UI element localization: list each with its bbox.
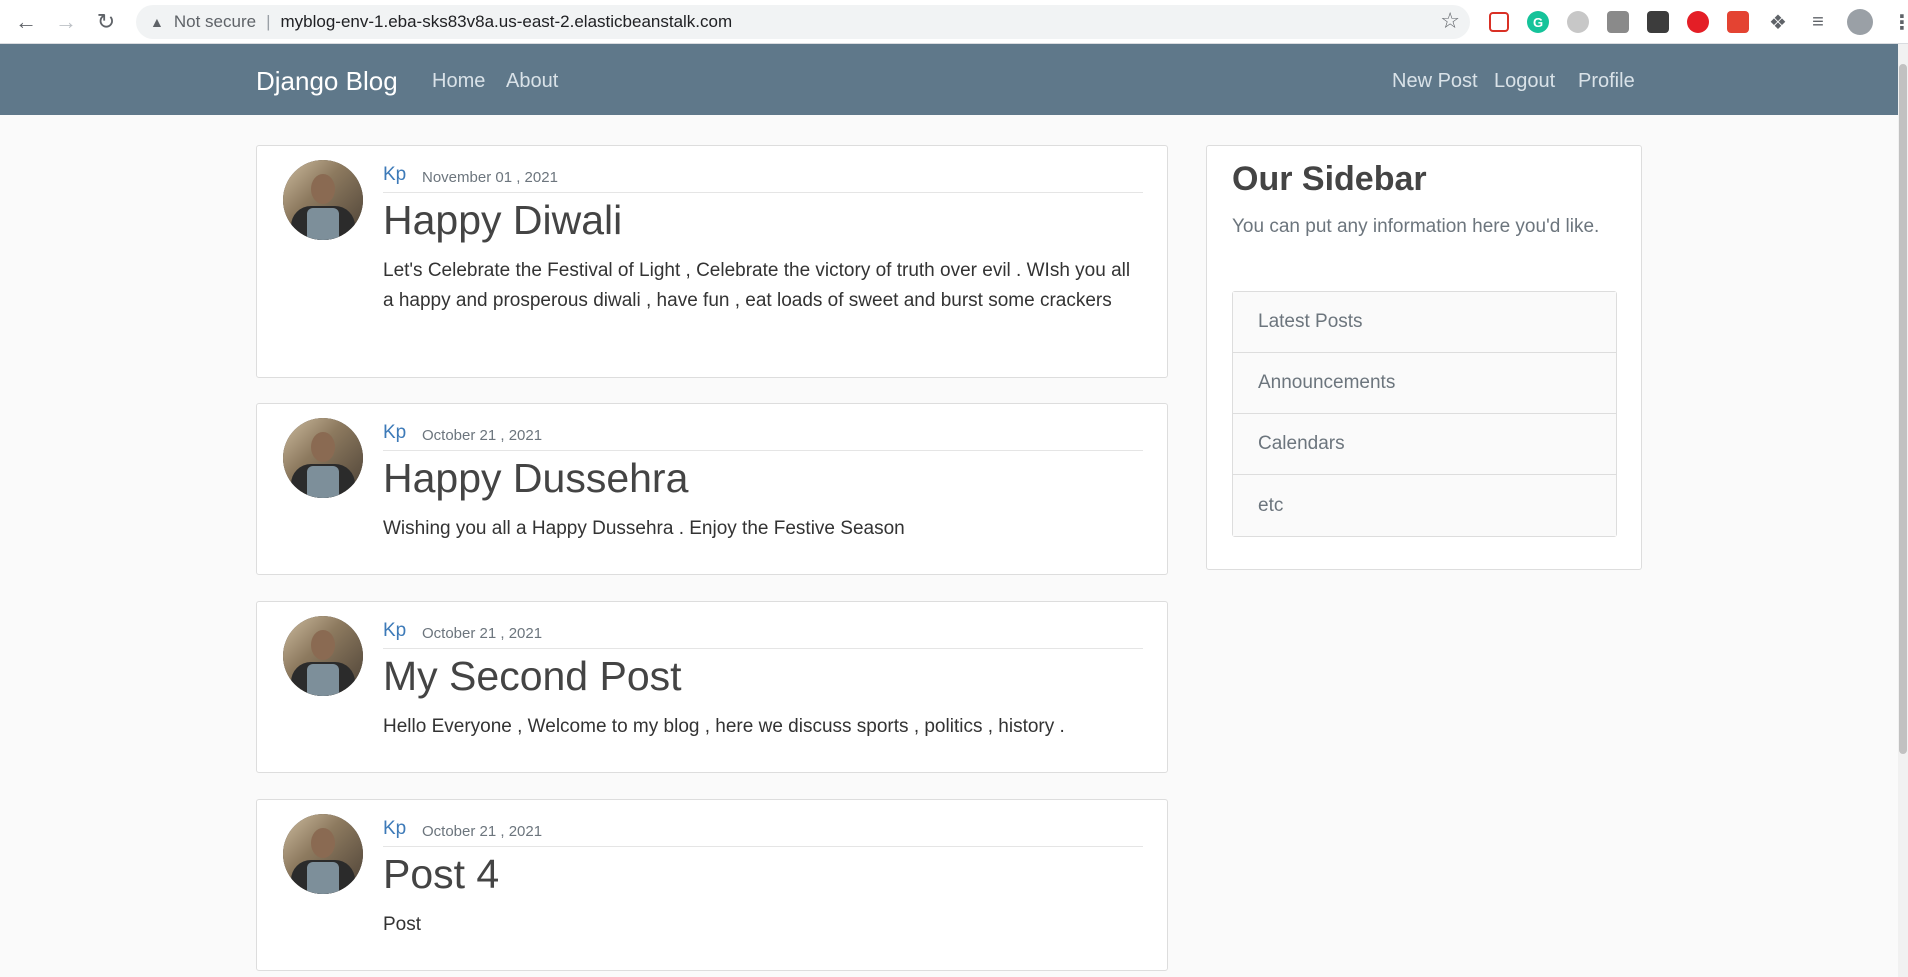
post-author-link[interactable]: Kp <box>383 164 406 186</box>
post-date: October 21 , 2021 <box>422 427 543 444</box>
sidebar-item-calendars[interactable]: Calendars <box>1233 414 1616 475</box>
post-title-link[interactable]: Happy Diwali <box>383 197 622 244</box>
post-card: Kp October 21 , 2021 My Second Post Hell… <box>256 601 1168 773</box>
post-meta: Kp October 21 , 2021 <box>383 422 1143 451</box>
todoist-extension-icon[interactable] <box>1727 11 1749 33</box>
post-card: Kp October 21 , 2021 Post 4 Post <box>256 799 1168 971</box>
post-author-link[interactable]: Kp <box>383 818 406 840</box>
post-title-link[interactable]: Post 4 <box>383 851 499 898</box>
pocket-extension-icon[interactable] <box>1489 12 1509 32</box>
address-bar[interactable]: ▲ Not secure | myblog-env-1.eba-sks83v8a… <box>136 5 1470 39</box>
post-content: Post <box>383 914 422 935</box>
sidebar: Our Sidebar You can put any information … <box>1206 145 1642 570</box>
sidebar-item-latest-posts[interactable]: Latest Posts <box>1233 292 1616 353</box>
post-card: Kp October 21 , 2021 Happy Dussehra Wish… <box>256 403 1168 575</box>
author-avatar <box>283 814 363 894</box>
media-queue-icon[interactable]: ≡ <box>1807 11 1829 33</box>
nav-profile-link[interactable]: Profile <box>1578 70 1635 93</box>
post-title-link[interactable]: Happy Dussehra <box>383 455 688 502</box>
post-content: Wishing you all a Happy Dussehra . Enjoy… <box>383 518 905 539</box>
author-avatar <box>283 160 363 240</box>
nav-new-post-link[interactable]: New Post <box>1392 70 1478 93</box>
nav-logout-link[interactable]: Logout <box>1494 70 1555 93</box>
extensions-bar: G ❖ ≡ ⋮ <box>1480 6 1908 38</box>
scrollbar-thumb[interactable] <box>1899 64 1907 754</box>
sidebar-title: Our Sidebar <box>1232 160 1427 198</box>
nav-about-link[interactable]: About <box>506 70 558 93</box>
profile-avatar-icon[interactable] <box>1847 9 1873 35</box>
bookmark-star-icon[interactable]: ☆ <box>1440 8 1460 34</box>
post-date: November 01 , 2021 <box>422 169 558 186</box>
post-date: October 21 , 2021 <box>422 823 543 840</box>
address-separator: | <box>266 12 271 31</box>
author-avatar <box>283 616 363 696</box>
browser-toolbar: ← → ↻ ▲ Not secure | myblog-env-1.eba-sk… <box>0 0 1908 44</box>
proxy-extension-icon[interactable] <box>1647 11 1669 33</box>
post-meta: Kp October 21 , 2021 <box>383 818 1143 847</box>
post-content: Hello Everyone , Welcome to my blog , he… <box>383 716 1065 737</box>
grammarly-extension-icon[interactable]: G <box>1527 11 1549 33</box>
nav-home-link[interactable]: Home <box>432 70 485 93</box>
sidebar-item-etc[interactable]: etc <box>1233 475 1616 536</box>
link-extension-icon[interactable] <box>1567 11 1589 33</box>
post-author-link[interactable]: Kp <box>383 422 406 444</box>
adblock-extension-icon[interactable] <box>1687 11 1709 33</box>
camera-extension-icon[interactable] <box>1607 11 1629 33</box>
brand-link[interactable]: Django Blog <box>256 66 398 97</box>
post-content: Let's Celebrate the Festival of Light , … <box>383 260 1131 311</box>
post-meta: Kp October 21 , 2021 <box>383 620 1143 649</box>
url-text[interactable]: myblog-env-1.eba-sks83v8a.us-east-2.elas… <box>280 12 732 32</box>
sidebar-description: You can put any information here you'd l… <box>1232 216 1600 237</box>
forward-arrow-icon[interactable]: → <box>50 6 82 38</box>
sidebar-item-announcements[interactable]: Announcements <box>1233 353 1616 414</box>
post-author-link[interactable]: Kp <box>383 620 406 642</box>
post-card: Kp November 01 , 2021 Happy Diwali Let's… <box>256 145 1168 378</box>
sidebar-list: Latest Posts Announcements Calendars etc <box>1232 291 1617 537</box>
post-title-link[interactable]: My Second Post <box>383 653 682 700</box>
browser-menu-icon[interactable]: ⋮ <box>1891 11 1908 34</box>
page-scrollbar[interactable] <box>1898 44 1908 977</box>
post-meta: Kp November 01 , 2021 <box>383 164 1143 193</box>
author-avatar <box>283 418 363 498</box>
security-label[interactable]: Not secure <box>174 12 256 32</box>
warning-icon: ▲ <box>150 14 164 30</box>
post-date: October 21 , 2021 <box>422 625 543 642</box>
back-arrow-icon[interactable]: ← <box>10 6 42 38</box>
reload-icon[interactable]: ↻ <box>90 6 122 38</box>
site-navbar: Django Blog Home About New Post Logout P… <box>0 44 1898 115</box>
puzzle-extensions-icon[interactable]: ❖ <box>1767 11 1789 34</box>
